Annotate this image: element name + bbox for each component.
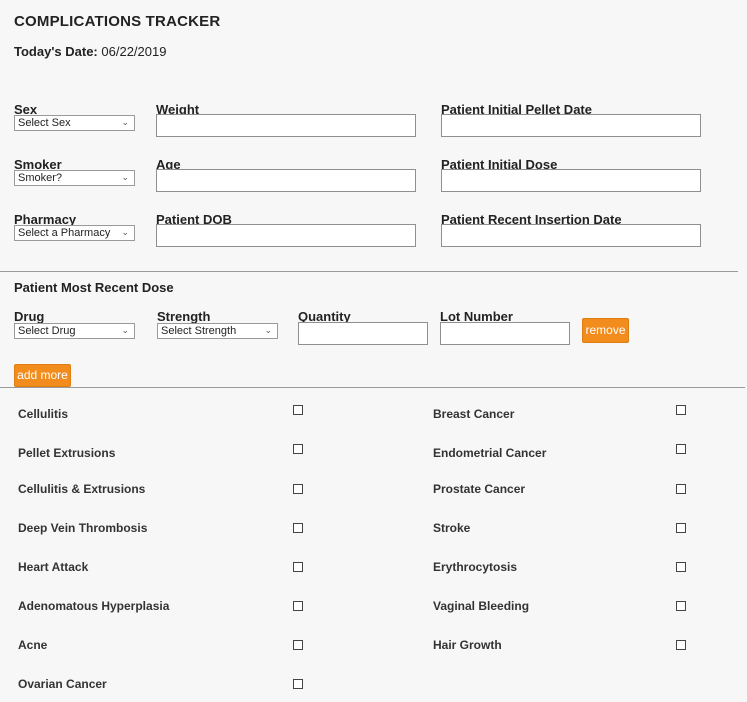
chevron-down-icon: ⌄ <box>121 117 129 127</box>
complication-label-cellulitis: Cellulitis <box>18 407 69 421</box>
complication-label-prostate-cancer: Prostate Cancer <box>433 482 526 496</box>
checkbox-breast-cancer[interactable] <box>676 405 686 415</box>
checkbox-hair-growth[interactable] <box>676 640 686 650</box>
checkbox-prostate-cancer[interactable] <box>676 484 686 494</box>
divider <box>0 387 745 388</box>
complication-label-endometrial-cancer: Endometrial Cancer <box>433 446 547 460</box>
remove-button[interactable]: remove <box>582 318 629 343</box>
checkbox-heart-attack[interactable] <box>293 562 303 572</box>
checkbox-adenomatous-hyperplasia[interactable] <box>293 601 303 611</box>
checkbox-pellet-extrusions[interactable] <box>293 444 303 454</box>
smoker-select-value: Smoker? <box>18 172 63 184</box>
date-label: Today's Date: <box>14 44 98 59</box>
complication-label-vaginal-bleeding: Vaginal Bleeding <box>433 599 530 613</box>
age-input[interactable] <box>156 169 416 192</box>
sex-select[interactable]: Select Sex ⌄ <box>14 115 135 131</box>
complication-label-ovarian-cancer: Ovarian Cancer <box>18 677 107 691</box>
checkbox-cellulitis-and-extrusions[interactable] <box>293 484 303 494</box>
strength-label: Strength <box>157 309 211 324</box>
date-value: 06/22/2019 <box>101 44 167 59</box>
checkbox-ovarian-cancer[interactable] <box>293 679 303 689</box>
divider <box>0 271 738 272</box>
lot-number-input[interactable] <box>440 322 570 345</box>
chevron-down-icon: ⌄ <box>121 172 129 182</box>
complication-label-breast-cancer: Breast Cancer <box>433 407 515 421</box>
todays-date: Today's Date: 06/22/2019 <box>14 44 166 59</box>
complication-label-pellet-extrusions: Pellet Extrusions <box>18 446 116 460</box>
complication-label-deep-vein-thrombosis: Deep Vein Thrombosis <box>18 521 148 535</box>
dob-input[interactable] <box>156 224 416 247</box>
checkbox-acne[interactable] <box>293 640 303 650</box>
quantity-input[interactable] <box>298 322 428 345</box>
weight-input[interactable] <box>156 114 416 137</box>
drug-select-value: Select Drug <box>18 325 76 337</box>
checkbox-stroke[interactable] <box>676 523 686 533</box>
complication-label-adenomatous-hyperplasia: Adenomatous Hyperplasia <box>18 599 170 613</box>
initial-pellet-date-input[interactable] <box>441 114 701 137</box>
complication-label-erythrocytosis: Erythrocytosis <box>433 560 518 574</box>
recent-insertion-date-input[interactable] <box>441 224 701 247</box>
chevron-down-icon: ⌄ <box>121 227 129 237</box>
chevron-down-icon: ⌄ <box>121 325 129 335</box>
add-more-button[interactable]: add more <box>14 364 71 387</box>
complication-label-stroke: Stroke <box>433 521 471 535</box>
pharmacy-select[interactable]: Select a Pharmacy ⌄ <box>14 225 135 241</box>
chevron-down-icon: ⌄ <box>264 325 272 335</box>
complication-label-heart-attack: Heart Attack <box>18 560 89 574</box>
complication-label-acne: Acne <box>18 638 48 652</box>
smoker-select[interactable]: Smoker? ⌄ <box>14 170 135 186</box>
drug-select[interactable]: Select Drug ⌄ <box>14 323 135 339</box>
initial-dose-input[interactable] <box>441 169 701 192</box>
sex-select-value: Select Sex <box>18 117 71 129</box>
complication-label-cellulitis-and-extrusions: Cellulitis & Extrusions <box>18 482 146 496</box>
strength-select[interactable]: Select Strength ⌄ <box>157 323 278 339</box>
pharmacy-select-value: Select a Pharmacy <box>18 227 111 239</box>
checkbox-deep-vein-thrombosis[interactable] <box>293 523 303 533</box>
complication-label-hair-growth: Hair Growth <box>433 638 502 652</box>
checkbox-endometrial-cancer[interactable] <box>676 444 686 454</box>
checkbox-vaginal-bleeding[interactable] <box>676 601 686 611</box>
strength-select-value: Select Strength <box>161 325 237 337</box>
drug-label: Drug <box>14 309 45 324</box>
checkbox-erythrocytosis[interactable] <box>676 562 686 572</box>
checkbox-cellulitis[interactable] <box>293 405 303 415</box>
page-title: COMPLICATIONS TRACKER <box>14 13 221 30</box>
dose-heading: Patient Most Recent Dose <box>14 280 174 295</box>
